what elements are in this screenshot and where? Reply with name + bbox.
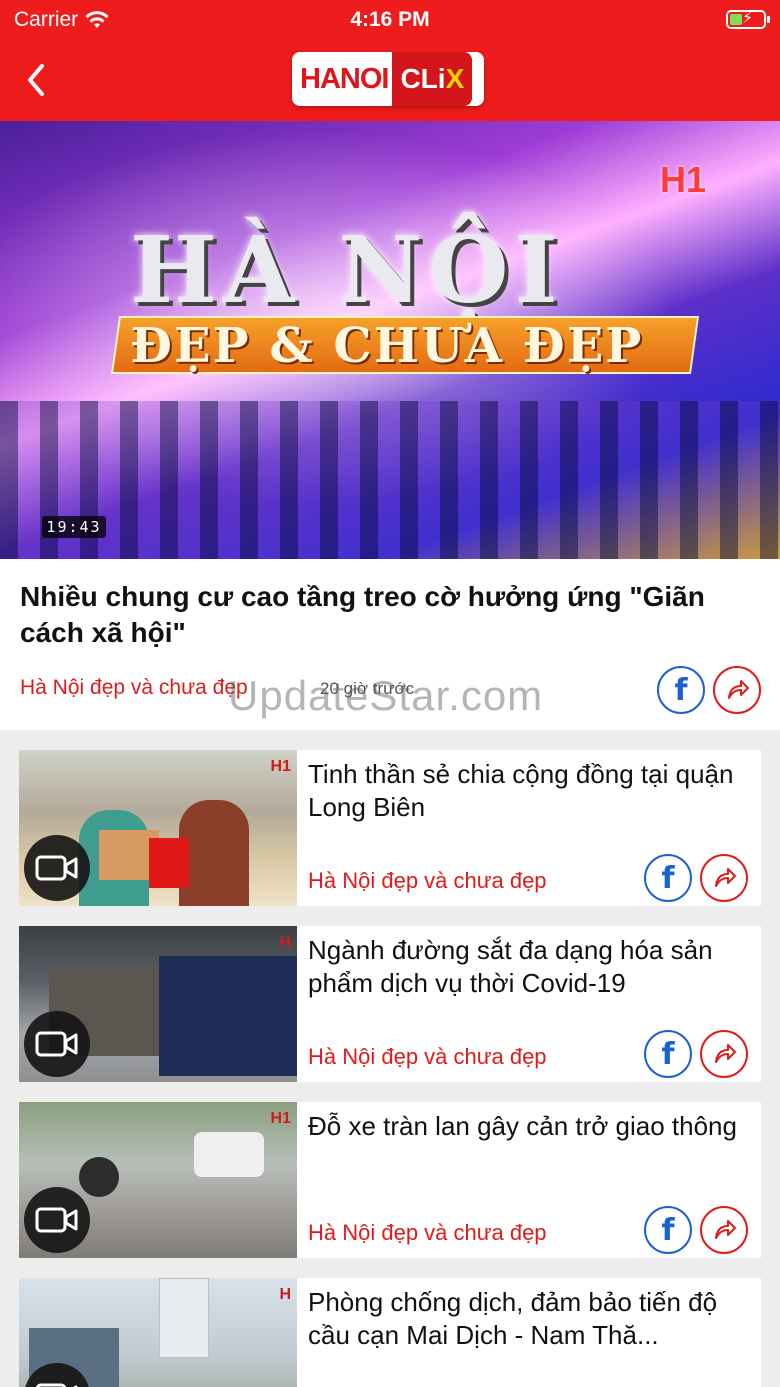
watermark: UpdateStar.com — [228, 672, 544, 719]
article-category[interactable]: Hà Nội đẹp và chưa đẹp — [308, 1220, 547, 1246]
article-title[interactable]: Đỗ xe tràn lan gây cản trở giao thông — [308, 1110, 748, 1143]
facebook-icon: f — [674, 672, 688, 708]
article-title[interactable]: Tinh thần sẻ chia cộng đồng tại quận Lon… — [308, 758, 748, 824]
channel-logo: H — [279, 934, 291, 951]
share-arrow-icon — [715, 1220, 736, 1239]
hero-video-thumbnail[interactable]: H1 HÀ NỘI ĐẸP & CHƯA ĐẸP 19:43 — [0, 121, 780, 559]
article-card[interactable]: H Phòng chống dịch, đảm bảo tiến độ cầu … — [19, 1278, 761, 1387]
facebook-share-button[interactable]: f — [644, 854, 692, 902]
article-card[interactable]: H Ngành đường sắt đa dạng hóa sản phẩm d… — [19, 926, 761, 1082]
hero-clock: 19:43 — [42, 516, 106, 538]
hero-subtitle: ĐẸP & CHƯA ĐẸP — [130, 318, 644, 374]
article-thumbnail[interactable]: H — [19, 1278, 297, 1387]
video-camera-icon — [35, 855, 78, 881]
video-camera-icon — [35, 1383, 78, 1387]
facebook-share-button[interactable]: f — [644, 1206, 692, 1254]
hero-background-city — [0, 401, 780, 559]
back-button[interactable] — [22, 60, 52, 100]
article-card[interactable]: H1 Tinh thần sẻ chia cộng đồng tại quận … — [19, 750, 761, 906]
status-time: 4:16 PM — [350, 8, 430, 31]
channel-logo: H1 — [270, 1110, 291, 1127]
share-button[interactable] — [700, 854, 748, 902]
hanoiclix-logo: HANOI CLi X — [292, 52, 484, 106]
channel-logo: H1 — [660, 159, 707, 200]
battery-icon: ⚡ — [726, 10, 770, 29]
share-arrow-icon — [715, 1044, 736, 1063]
share-button[interactable] — [713, 666, 761, 714]
featured-title[interactable]: Nhiều chung cư cao tầng treo cờ hưởng ứn… — [20, 579, 760, 651]
facebook-icon: f — [661, 1036, 675, 1072]
article-thumbnail[interactable]: H1 — [19, 1102, 297, 1258]
logo-text-clix: CLi X — [392, 52, 473, 106]
channel-logo: H — [279, 1286, 291, 1303]
video-camera-icon — [35, 1207, 78, 1233]
article-thumbnail[interactable]: H — [19, 926, 297, 1082]
app-header: Carrier 4:16 PM ⚡ HANOI CLi X — [0, 0, 780, 121]
article-title[interactable]: Ngành đường sắt đa dạng hóa sản phẩm dịc… — [308, 934, 748, 1000]
facebook-icon: f — [661, 1212, 675, 1248]
facebook-share-button[interactable]: f — [657, 666, 705, 714]
video-play-button[interactable] — [24, 1011, 90, 1077]
article-title[interactable]: Phòng chống dịch, đảm bảo tiến độ cầu cạ… — [308, 1286, 748, 1352]
facebook-icon: f — [661, 860, 675, 896]
share-arrow-icon — [728, 680, 749, 699]
share-arrow-icon — [715, 868, 736, 887]
article-category[interactable]: Hà Nội đẹp và chưa đẹp — [308, 868, 547, 894]
article-category[interactable]: Hà Nội đẹp và chưa đẹp — [308, 1044, 547, 1070]
video-camera-icon — [35, 1031, 78, 1057]
chevron-left-icon — [28, 64, 44, 96]
video-play-button[interactable] — [24, 1187, 90, 1253]
channel-logo: H1 — [270, 758, 291, 775]
hero-title-hanoi: HÀ NỘI — [130, 216, 564, 324]
status-bar: Carrier 4:16 PM ⚡ — [0, 0, 780, 40]
featured-category[interactable]: Hà Nội đẹp và chưa đẹp — [20, 676, 248, 700]
video-play-button[interactable] — [24, 835, 90, 901]
logo-text-hanoi: HANOI — [300, 62, 389, 95]
article-thumbnail[interactable]: H1 — [19, 750, 297, 906]
article-card[interactable]: H1 Đỗ xe tràn lan gây cản trở giao thông… — [19, 1102, 761, 1258]
share-button[interactable] — [700, 1030, 748, 1078]
facebook-share-button[interactable]: f — [644, 1030, 692, 1078]
share-button[interactable] — [700, 1206, 748, 1254]
